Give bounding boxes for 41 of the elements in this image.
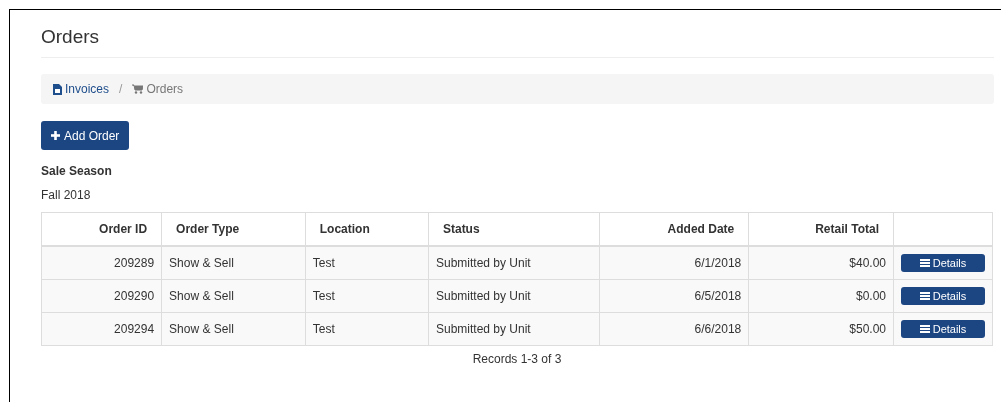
column-header: Order ID xyxy=(41,212,162,246)
table-cell: Test xyxy=(305,279,429,313)
column-header: Retail Total xyxy=(748,212,894,246)
sale-season-value: Fall 2018 xyxy=(41,188,92,202)
table-cell: 209290 xyxy=(41,279,162,313)
details-button[interactable]: Details xyxy=(901,254,985,272)
list-icon xyxy=(919,292,930,300)
table-cell: Submitted by Unit xyxy=(428,279,600,313)
document-icon xyxy=(53,83,62,95)
column-header: Added Date xyxy=(599,212,749,246)
page-title: Orders xyxy=(41,26,994,58)
column-header: Location xyxy=(305,212,429,246)
breadcrumb-link[interactable]: Invoices xyxy=(53,82,110,96)
table-cell: 209294 xyxy=(41,312,162,346)
column-header: Status xyxy=(428,212,600,246)
table-cell: 6/1/2018 xyxy=(599,246,749,280)
breadcrumb-current: Orders xyxy=(132,82,184,96)
sale-season-label: Sale Season xyxy=(41,164,113,178)
cart-icon xyxy=(132,84,144,94)
details-button[interactable]: Details xyxy=(901,287,985,305)
add-order-button[interactable]: Add Order xyxy=(41,121,130,150)
table-cell: 209289 xyxy=(41,246,162,280)
details-button[interactable]: Details xyxy=(901,320,985,338)
column-header: Order Type xyxy=(161,212,306,246)
table-cell: Submitted by Unit xyxy=(428,312,600,346)
table-cell: Test xyxy=(305,246,429,280)
table-cell: $40.00 xyxy=(748,246,894,280)
records-count: Records 1-3 of 3 xyxy=(472,352,562,366)
table-cell: $50.00 xyxy=(748,312,894,346)
table-cell: Show & Sell xyxy=(161,246,306,280)
table-cell: Test xyxy=(305,312,429,346)
table-cell: 6/5/2018 xyxy=(599,279,749,313)
table-cell: 6/6/2018 xyxy=(599,312,749,346)
table-cell: Show & Sell xyxy=(161,279,306,313)
plus-icon xyxy=(51,131,60,140)
list-icon xyxy=(919,259,930,267)
breadcrumb-separator: / xyxy=(118,82,124,96)
list-icon xyxy=(919,325,930,333)
table-cell: Show & Sell xyxy=(161,312,306,346)
table-cell: $0.00 xyxy=(748,279,894,313)
table-cell: Submitted by Unit xyxy=(428,246,600,280)
